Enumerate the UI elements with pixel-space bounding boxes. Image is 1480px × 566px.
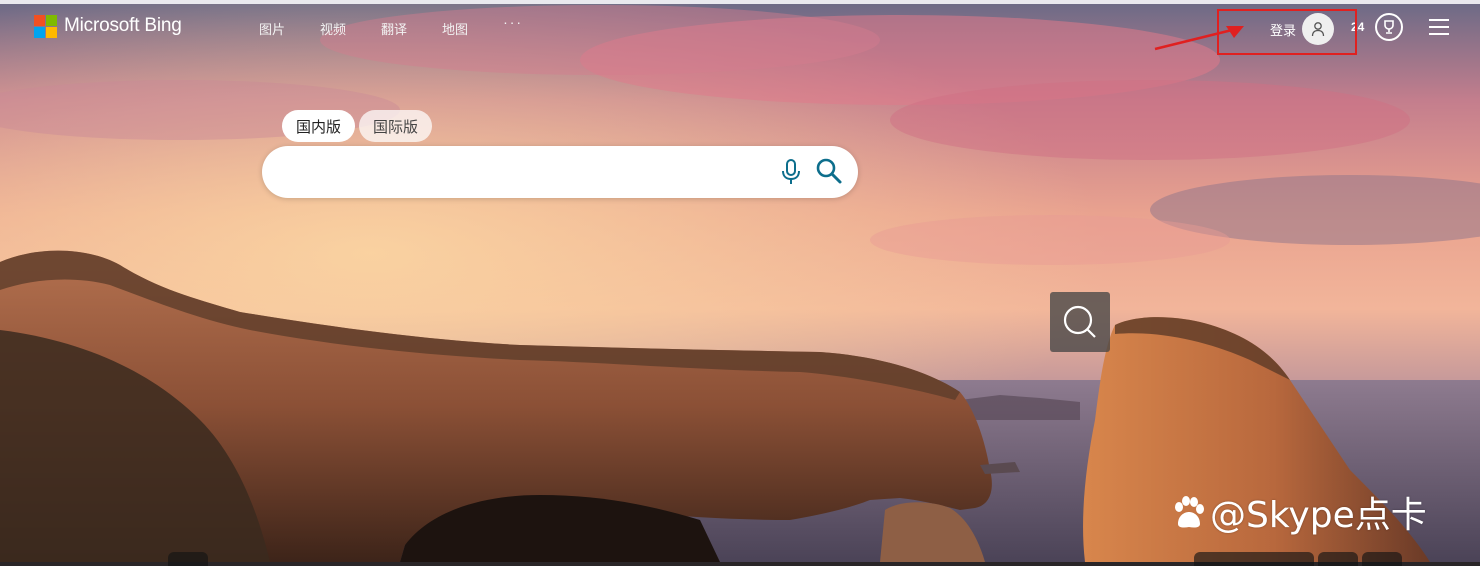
top-edge xyxy=(0,0,1480,4)
bottom-control-left[interactable] xyxy=(168,552,208,566)
nav-item-videos[interactable]: 视频 xyxy=(320,19,346,38)
watermark-text: @Skype点卡 xyxy=(1210,495,1427,536)
nav-item-images[interactable]: 图片 xyxy=(259,19,285,38)
tab-domestic[interactable]: 国内版 xyxy=(282,110,356,142)
mic-icon[interactable] xyxy=(779,158,803,186)
search-input[interactable] xyxy=(286,158,770,188)
bottom-control-info[interactable] xyxy=(1194,552,1314,566)
bing-logo[interactable]: Microsoft Bing xyxy=(34,14,182,38)
search-scope-tabs: 国内版 国际版 xyxy=(282,110,433,142)
tab-international[interactable]: 国际版 xyxy=(359,110,433,142)
nav-more-button[interactable]: ··· xyxy=(503,14,523,38)
microsoft-logo-icon xyxy=(34,14,57,38)
visual-search-icon xyxy=(1063,305,1096,338)
nav-item-maps[interactable]: 地图 xyxy=(442,19,468,38)
search-icon[interactable] xyxy=(815,157,843,185)
bottom-control-prev[interactable] xyxy=(1318,552,1358,566)
hamburger-menu-icon[interactable] xyxy=(1429,19,1451,35)
watermark: @Skype点卡 xyxy=(1170,486,1427,538)
nav-item-translate[interactable]: 翻译 xyxy=(381,19,407,38)
search-box[interactable] xyxy=(262,146,858,198)
baidu-paw-icon xyxy=(1175,496,1204,528)
bottom-control-next[interactable] xyxy=(1362,552,1402,566)
visual-search-button[interactable] xyxy=(1050,292,1110,352)
brand-name: Microsoft Bing xyxy=(64,15,182,36)
annotation-arrow-icon xyxy=(1154,26,1244,51)
top-nav: 图片 视频 翻译 地图 ··· xyxy=(259,14,523,38)
rewards-trophy-icon[interactable] xyxy=(1375,13,1403,41)
background-photo xyxy=(0,0,1480,562)
